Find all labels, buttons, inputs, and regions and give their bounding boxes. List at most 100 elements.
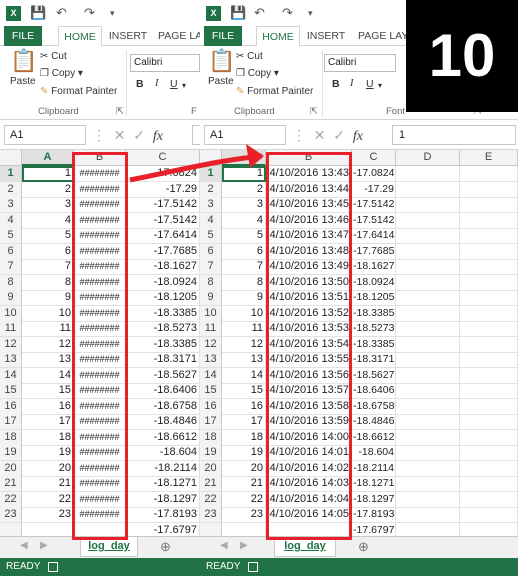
- cell-a[interactable]: 12: [22, 336, 74, 353]
- tab-page-layout[interactable]: PAGE LA: [158, 26, 200, 46]
- row-header[interactable]: 22: [0, 491, 22, 508]
- cell-b[interactable]: 4/10/2016 13:44: [266, 181, 352, 198]
- row-header[interactable]: 7: [200, 259, 222, 275]
- row-header[interactable]: 15: [200, 383, 222, 399]
- cell-c[interactable]: -18.604: [352, 445, 396, 461]
- sheet-next-icon[interactable]: ▶: [240, 540, 248, 551]
- cell-b[interactable]: 4/10/2016 14:01: [266, 445, 352, 461]
- row-header[interactable]: 18: [200, 429, 222, 446]
- cell-b[interactable]: ########: [74, 274, 126, 291]
- cell-a[interactable]: 16: [222, 398, 266, 415]
- cell-a[interactable]: [222, 522, 266, 536]
- cell-b[interactable]: ########: [74, 228, 126, 244]
- row-header[interactable]: 15: [0, 383, 22, 399]
- cell-d[interactable]: [396, 383, 460, 399]
- row-header[interactable]: 20: [200, 460, 222, 477]
- cell-e[interactable]: [460, 460, 518, 477]
- cell-c[interactable]: -18.5273: [126, 321, 200, 337]
- italic-button[interactable]: I: [155, 78, 159, 89]
- cell-c[interactable]: -18.2114: [126, 460, 200, 477]
- column-header-d[interactable]: D: [396, 150, 460, 166]
- cell-a[interactable]: 21: [22, 476, 74, 492]
- paste-icon[interactable]: 📋: [10, 48, 37, 74]
- cell-a[interactable]: 21: [222, 476, 266, 492]
- cell-b[interactable]: 4/10/2016 13:54: [266, 336, 352, 353]
- cell-e[interactable]: [460, 197, 518, 213]
- cell-c[interactable]: -18.6406: [352, 383, 396, 399]
- cell-e[interactable]: [460, 181, 518, 198]
- cell-a[interactable]: 13: [22, 352, 74, 368]
- cell-a[interactable]: 2: [222, 181, 266, 198]
- cell-b[interactable]: 4/10/2016 14:05: [266, 507, 352, 523]
- cell-a[interactable]: 18: [222, 429, 266, 446]
- tab-insert[interactable]: INSERT: [106, 26, 150, 46]
- cell-b[interactable]: ########: [74, 259, 126, 275]
- cell-e[interactable]: [460, 336, 518, 353]
- row-header[interactable]: 9: [0, 290, 22, 306]
- customize-qa-icon[interactable]: ▾: [110, 5, 115, 21]
- worksheet-grid[interactable]: B C D E 1 1 4/10/2016 13:43 -17.0824 2 2 4/10/2016…: [200, 150, 518, 536]
- cell-d[interactable]: [396, 507, 460, 523]
- row-header[interactable]: 22: [200, 491, 222, 508]
- cell-c[interactable]: -17.0824: [126, 166, 200, 182]
- cell-b[interactable]: 4/10/2016 13:43: [266, 166, 352, 182]
- cell-a[interactable]: [22, 522, 74, 536]
- cell-b[interactable]: 4/10/2016 13:55: [266, 352, 352, 368]
- cell-b[interactable]: 4/10/2016 13:59: [266, 414, 352, 430]
- cell-c[interactable]: -18.3385: [126, 305, 200, 322]
- cell-c[interactable]: -17.6797: [126, 522, 200, 536]
- cell-a[interactable]: 7: [222, 259, 266, 275]
- cell-c[interactable]: -17.7685: [352, 243, 396, 260]
- cell-a[interactable]: 13: [222, 352, 266, 368]
- row-header[interactable]: 21: [200, 476, 222, 492]
- row-header[interactable]: 20: [0, 460, 22, 477]
- cell-a[interactable]: 3: [222, 197, 266, 213]
- row-header[interactable]: 14: [0, 367, 22, 384]
- cell-b[interactable]: ########: [74, 181, 126, 198]
- row-header[interactable]: 1: [0, 166, 22, 182]
- cell-a[interactable]: 12: [222, 336, 266, 353]
- cell-c[interactable]: -18.3385: [352, 336, 396, 353]
- cell-a[interactable]: 6: [22, 243, 74, 260]
- cell-a[interactable]: 9: [22, 290, 74, 306]
- cell-e[interactable]: [460, 274, 518, 291]
- cell-b[interactable]: ########: [74, 243, 126, 260]
- row-header[interactable]: 3: [200, 197, 222, 213]
- cell-a[interactable]: 20: [222, 460, 266, 477]
- cell-a[interactable]: 11: [222, 321, 266, 337]
- italic-button[interactable]: I: [350, 78, 354, 89]
- cell-e[interactable]: [460, 414, 518, 430]
- cell-c[interactable]: -18.3385: [126, 336, 200, 353]
- cell-c[interactable]: -18.1627: [352, 259, 396, 275]
- bold-button[interactable]: B: [136, 78, 144, 90]
- row-header[interactable]: 8: [200, 274, 222, 291]
- cell-e[interactable]: [460, 507, 518, 523]
- cell-d[interactable]: [396, 228, 460, 244]
- cell-d[interactable]: [396, 290, 460, 306]
- cell-c[interactable]: -17.5142: [352, 197, 396, 213]
- cell-a[interactable]: 23: [22, 507, 74, 523]
- paste-button[interactable]: Paste: [10, 76, 36, 87]
- save-icon[interactable]: 💾: [230, 5, 246, 21]
- cell-c[interactable]: -18.6758: [126, 398, 200, 415]
- cell-c[interactable]: -18.1297: [352, 491, 396, 508]
- row-header[interactable]: 23: [0, 507, 22, 523]
- cell-a[interactable]: 20: [22, 460, 74, 477]
- cell-e[interactable]: [460, 398, 518, 415]
- cell-b[interactable]: 4/10/2016 14:00: [266, 429, 352, 446]
- cell-d[interactable]: [396, 197, 460, 213]
- cell-d[interactable]: [396, 414, 460, 430]
- cell-b[interactable]: 4/10/2016 13:50: [266, 274, 352, 291]
- fx-icon[interactable]: fx: [353, 129, 363, 144]
- cell-c[interactable]: -18.5627: [126, 367, 200, 384]
- cell-c[interactable]: -18.6612: [352, 429, 396, 446]
- cell-b[interactable]: 4/10/2016 14:03: [266, 476, 352, 492]
- name-box[interactable]: A1: [4, 125, 86, 145]
- row-header[interactable]: 16: [200, 398, 222, 415]
- cell-b[interactable]: ########: [74, 166, 126, 182]
- cell-c[interactable]: -18.6758: [352, 398, 396, 415]
- cell-d[interactable]: [396, 305, 460, 322]
- cell-c[interactable]: -18.3171: [352, 352, 396, 368]
- cell-c[interactable]: -18.6612: [126, 429, 200, 446]
- cell-c[interactable]: -18.1297: [126, 491, 200, 508]
